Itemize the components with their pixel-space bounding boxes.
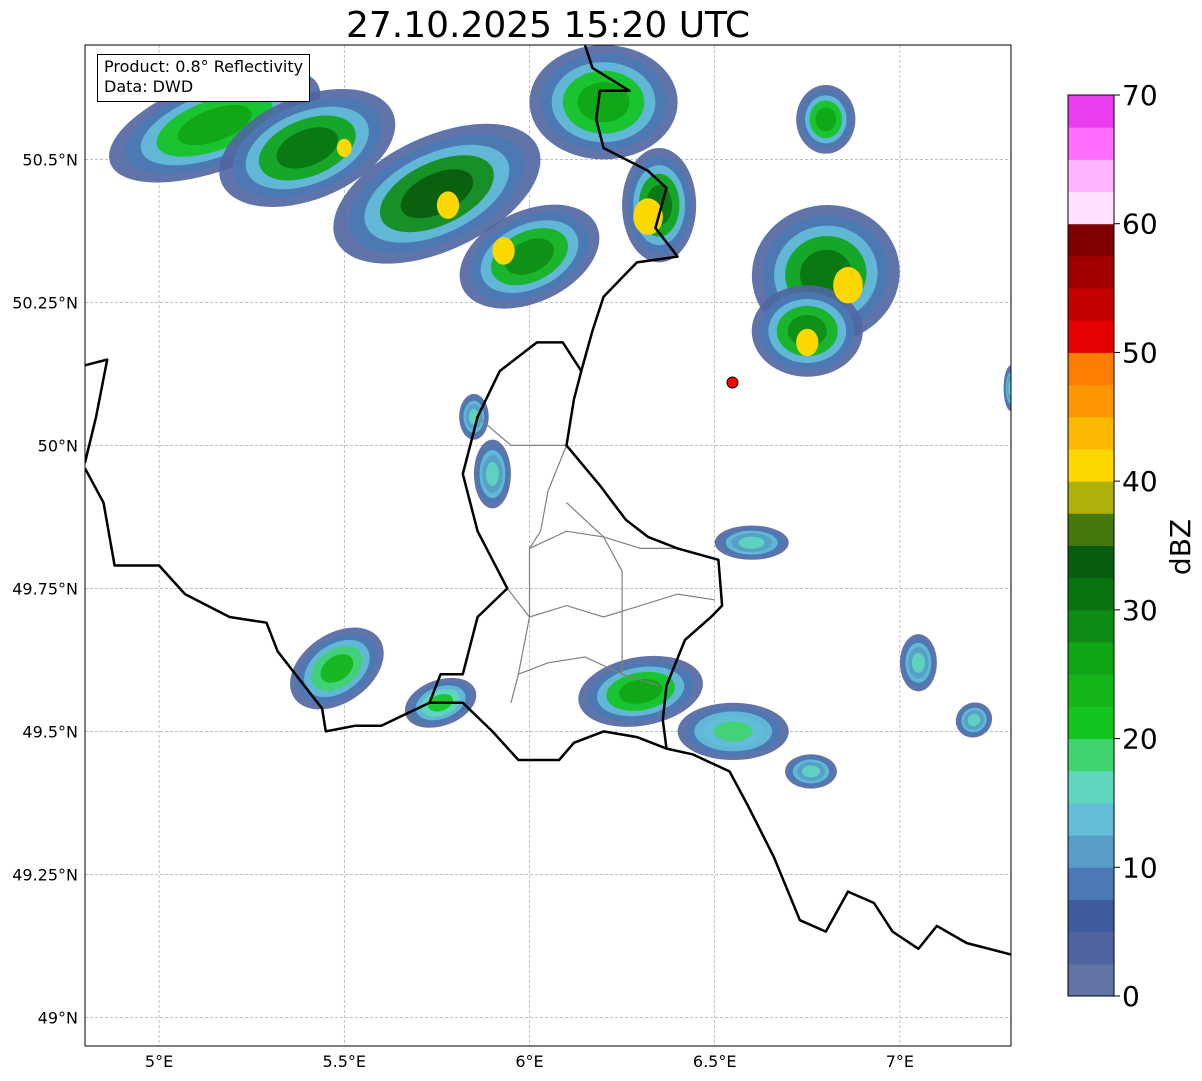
data-source-text: Data: DWD bbox=[104, 77, 194, 96]
colorbar-bin bbox=[1068, 352, 1114, 386]
colorbar-tick-label: 20 bbox=[1122, 723, 1158, 756]
info-box: Product: 0.8° Reflectivity Data: DWD bbox=[97, 54, 311, 102]
colorbar-bin bbox=[1068, 867, 1114, 900]
x-tick-label: 7°E bbox=[886, 1052, 914, 1071]
colorbar-bin bbox=[1068, 674, 1114, 707]
y-tick-label: 50.5°N bbox=[22, 150, 78, 169]
map-background bbox=[85, 45, 1011, 1046]
echo-core bbox=[833, 266, 863, 304]
x-tick-label: 5°E bbox=[145, 1052, 173, 1071]
radar-site-marker bbox=[726, 376, 739, 389]
colorbar-bin bbox=[1068, 738, 1114, 772]
y-tick-label: 49.5°N bbox=[22, 722, 78, 741]
colorbar-tick-label: 70 bbox=[1122, 79, 1158, 112]
echo-area bbox=[911, 652, 925, 673]
echo-area bbox=[485, 461, 499, 487]
x-tick-label: 6.5°E bbox=[693, 1052, 737, 1071]
y-tick-label: 49°N bbox=[38, 1008, 78, 1027]
y-axis-labels: 50.5°N 50.25°N 50°N 49.75°N 49.5°N 49.25°N 49°… bbox=[12, 150, 78, 1027]
colorbar: 0 10 20 30 40 50 60 70 bbox=[1067, 79, 1158, 1013]
colorbar-bin bbox=[1068, 835, 1114, 868]
colorbar-bin bbox=[1068, 288, 1114, 321]
colorbar-tick-label: 0 bbox=[1122, 980, 1140, 1013]
colorbar-bin bbox=[1068, 223, 1114, 257]
colorbar-bin bbox=[1068, 481, 1114, 514]
colorbar-tick-label: 40 bbox=[1122, 465, 1158, 498]
echo-core bbox=[436, 191, 460, 219]
radar-figure: 5°E 5.5°E 6°E 6.5°E 7°E 50.5°N 50.25°N 50°N 49.… bbox=[12, 44, 1197, 1071]
colorbar-bin bbox=[1068, 642, 1114, 675]
y-tick-label: 50°N bbox=[38, 436, 78, 455]
colorbar-label: dBZ bbox=[1164, 519, 1197, 575]
colorbar-bin bbox=[1068, 963, 1114, 997]
echo-area bbox=[738, 536, 765, 549]
y-tick-label: 50.25°N bbox=[12, 293, 78, 312]
colorbar-bin bbox=[1068, 255, 1114, 289]
colorbar-bin bbox=[1068, 609, 1114, 643]
colorbar-tick-label: 50 bbox=[1122, 336, 1158, 369]
echo-area bbox=[815, 107, 837, 132]
echo-area bbox=[713, 721, 753, 742]
colorbar-bin bbox=[1068, 416, 1114, 450]
colorbar-bin bbox=[1068, 320, 1114, 353]
colorbar-tick-label: 60 bbox=[1122, 208, 1158, 241]
colorbar-tick-label: 30 bbox=[1122, 594, 1158, 627]
colorbar-bin bbox=[1068, 899, 1114, 933]
colorbar-bin bbox=[1068, 159, 1114, 193]
colorbar-bin bbox=[1068, 577, 1114, 611]
x-tick-label: 5.5°E bbox=[322, 1052, 366, 1071]
echo-core bbox=[796, 328, 819, 357]
colorbar-bin bbox=[1068, 545, 1114, 579]
y-tick-label: 49.75°N bbox=[12, 579, 78, 598]
colorbar-bin bbox=[1068, 802, 1114, 836]
colorbar-bin bbox=[1068, 448, 1114, 482]
echo-area bbox=[801, 765, 821, 778]
echo-core bbox=[492, 237, 515, 265]
echo-core bbox=[336, 138, 352, 158]
echo-area bbox=[577, 82, 630, 123]
colorbar-bin bbox=[1068, 127, 1114, 160]
colorbar-bin bbox=[1068, 513, 1114, 546]
colorbar-bin bbox=[1068, 770, 1114, 804]
colorbar-bin bbox=[1068, 191, 1114, 225]
radar-site-layer bbox=[726, 376, 739, 389]
y-tick-label: 49.25°N bbox=[12, 865, 78, 884]
colorbar-bin bbox=[1068, 931, 1114, 965]
product-text: Product: 0.8° Reflectivity bbox=[104, 57, 304, 76]
x-axis-labels: 5°E 5.5°E 6°E 6.5°E 7°E bbox=[145, 1052, 914, 1071]
colorbar-tick-label: 10 bbox=[1122, 851, 1158, 884]
colorbar-bin bbox=[1068, 706, 1114, 740]
x-tick-label: 6°E bbox=[515, 1052, 543, 1071]
colorbar-bin bbox=[1068, 384, 1114, 418]
colorbar-bin bbox=[1068, 95, 1114, 128]
